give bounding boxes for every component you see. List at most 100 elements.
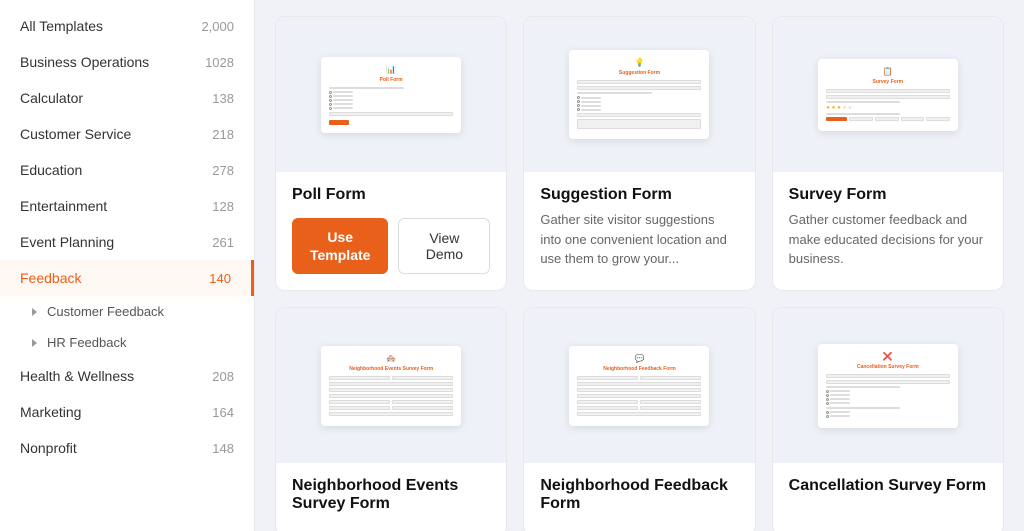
- sidebar-item-marketing[interactable]: Marketing 164: [0, 394, 254, 430]
- sidebar-item-label: Calculator: [20, 90, 83, 106]
- sidebar-item-label: Business Operations: [20, 54, 149, 70]
- card-body-poll-form: Poll Form Use TemplateView Demo: [276, 172, 506, 290]
- card-body-neighborhood-events: Neighborhood Events Survey Form: [276, 463, 506, 531]
- mini-field-name: [826, 89, 950, 93]
- mini-field-name: [577, 80, 701, 84]
- sidebar-item-calculator[interactable]: Calculator 138: [0, 80, 254, 116]
- poll-icon: 📊: [329, 65, 453, 74]
- card-inline-actions-poll-form: Use TemplateView Demo: [292, 218, 490, 274]
- mini-field-address2: [329, 388, 453, 392]
- mini-radio-group: [826, 390, 950, 405]
- sidebar-item-count: 218: [212, 127, 234, 142]
- neighborhood-events-mini-title: Neighborhood Events Survey Form: [329, 366, 453, 372]
- sidebar-item-count: 278: [212, 163, 234, 178]
- mini-label: [577, 92, 651, 94]
- cancellation-icon: ❌: [826, 352, 950, 361]
- sidebar-item-education[interactable]: Education 278: [0, 152, 254, 188]
- sidebar-item-label: Nonprofit: [20, 440, 77, 456]
- mini-field-row: [577, 376, 701, 380]
- mini-label: [329, 87, 403, 89]
- mini-field-subject: [577, 113, 701, 117]
- mini-field-row-3: [577, 406, 701, 410]
- card-body-survey-form: Survey Form Gather customer feedback and …: [773, 172, 1003, 285]
- sidebar-sub-item-customer-feedback[interactable]: Customer Feedback: [0, 296, 254, 327]
- sidebar-item-label: Education: [20, 162, 82, 178]
- sidebar-item-event-planning[interactable]: Event Planning261: [0, 224, 254, 260]
- card-body-neighborhood-feedback: Neighborhood Feedback Form: [524, 463, 754, 531]
- sidebar-item-customer-service[interactable]: Customer Service218: [0, 116, 254, 152]
- mini-field-row-2: [329, 400, 453, 404]
- mini-textarea: [577, 119, 701, 129]
- chevron-right-icon: [32, 308, 37, 316]
- card-neighborhood-events: 🏘️ Neighborhood Events Survey Form Use T…: [275, 307, 507, 531]
- mini-field-row: [329, 376, 453, 380]
- main-content: 📊 Poll Form Use TemplateView DemoPoll Fo…: [255, 0, 1024, 531]
- sidebar-item-count: 140: [209, 271, 231, 286]
- mini-stars: ★★★★★: [826, 105, 950, 111]
- sidebar-item-all-templates[interactable]: All Templates2,000: [0, 8, 254, 44]
- mini-radio-group: [577, 96, 701, 111]
- mini-field-email: [826, 380, 950, 384]
- mini-label: [826, 101, 900, 103]
- sidebar-item-label: Health & Wellness: [20, 368, 134, 384]
- card-title-neighborhood-feedback: Neighborhood Feedback Form: [540, 477, 738, 513]
- card-body-cancellation-survey: Cancellation Survey Form: [773, 463, 1003, 517]
- chevron-right-icon: [32, 339, 37, 347]
- sidebar-item-count: 148: [212, 441, 234, 456]
- mini-field-address: [329, 382, 453, 386]
- card-title-suggestion-form: Suggestion Form: [540, 186, 738, 204]
- sidebar-item-health-wellness[interactable]: Health & Wellness 208: [0, 358, 254, 394]
- card-title-survey-form: Survey Form: [789, 186, 987, 204]
- card-title-cancellation-survey: Cancellation Survey Form: [789, 477, 987, 495]
- sidebar-item-count: 1028: [205, 55, 234, 70]
- sidebar-item-entertainment[interactable]: Entertainment 128: [0, 188, 254, 224]
- sidebar-sub-item-hr-feedback[interactable]: HR Feedback: [0, 327, 254, 358]
- mini-field-row-3: [329, 406, 453, 410]
- card-preview-cancellation-survey: ❌ Cancellation Survey Form Use TemplateV…: [773, 308, 1003, 463]
- suggestion-icon: 💡: [577, 58, 701, 67]
- mini-field-address3: [329, 394, 453, 398]
- sidebar-item-count: 128: [212, 199, 234, 214]
- mini-field-address3: [577, 394, 701, 398]
- card-survey-form: 📋 Survey Form ★★★★★ Use TemplateView Dem…: [772, 16, 1004, 291]
- neighborhood-feedback-mini-title: Neighborhood Feedback Form: [577, 366, 701, 372]
- mini-field-name: [826, 374, 950, 378]
- mini-field-address2: [577, 388, 701, 392]
- card-description-survey-form: Gather customer feedback and make educat…: [789, 210, 987, 269]
- sidebar: All Templates2,000 Business Operations 102…: [0, 0, 255, 531]
- mini-field-email: [577, 86, 701, 90]
- mini-submit-btn: [329, 120, 349, 125]
- view-demo-inline-button-poll-form[interactable]: View Demo: [398, 218, 490, 274]
- sidebar-sub-item-label: HR Feedback: [47, 335, 126, 350]
- card-preview-neighborhood-feedback: 💬 Neighborhood Feedback Form Use Templat…: [524, 308, 754, 463]
- sidebar-item-count: 138: [212, 91, 234, 106]
- sidebar-item-count: 261: [212, 235, 234, 250]
- sidebar-item-count: 208: [212, 369, 234, 384]
- mini-field-email: [329, 412, 453, 416]
- suggestion-form-mini-title: Suggestion Form: [577, 70, 701, 76]
- card-title-poll-form: Poll Form: [292, 186, 490, 204]
- sidebar-item-nonprofit[interactable]: Nonprofit 148: [0, 430, 254, 466]
- sidebar-item-count: 164: [212, 405, 234, 420]
- neighborhood-feedback-icon: 💬: [577, 354, 701, 363]
- cancellation-mini-title: Cancellation Survey Form: [826, 364, 950, 370]
- card-neighborhood-feedback: 💬 Neighborhood Feedback Form Use Templat…: [523, 307, 755, 531]
- mini-label-2: [826, 113, 900, 115]
- mini-label-2: [826, 407, 900, 409]
- card-preview-suggestion-form: 💡 Suggestion Form Use TemplateView Demo: [524, 17, 754, 172]
- sidebar-item-business-operations[interactable]: Business Operations 1028: [0, 44, 254, 80]
- card-title-neighborhood-events: Neighborhood Events Survey Form: [292, 477, 490, 513]
- neighborhood-events-icon: 🏘️: [329, 354, 453, 363]
- card-preview-neighborhood-events: 🏘️ Neighborhood Events Survey Form Use T…: [276, 308, 506, 463]
- mini-field-email: [577, 412, 701, 416]
- card-poll-form: 📊 Poll Form Use TemplateView DemoPoll Fo…: [275, 16, 507, 291]
- card-description-suggestion-form: Gather site visitor suggestions into one…: [540, 210, 738, 269]
- sidebar-item-feedback[interactable]: Feedback140: [0, 260, 254, 296]
- mini-field-row-2: [577, 400, 701, 404]
- use-template-inline-button-poll-form[interactable]: Use Template: [292, 218, 388, 274]
- survey-form-mini-title: Survey Form: [826, 79, 950, 85]
- sidebar-item-label: Entertainment: [20, 198, 107, 214]
- card-cancellation-survey: ❌ Cancellation Survey Form Use TemplateV…: [772, 307, 1004, 531]
- sidebar-item-label: Marketing: [20, 404, 81, 420]
- card-suggestion-form: 💡 Suggestion Form Use TemplateView DemoS…: [523, 16, 755, 291]
